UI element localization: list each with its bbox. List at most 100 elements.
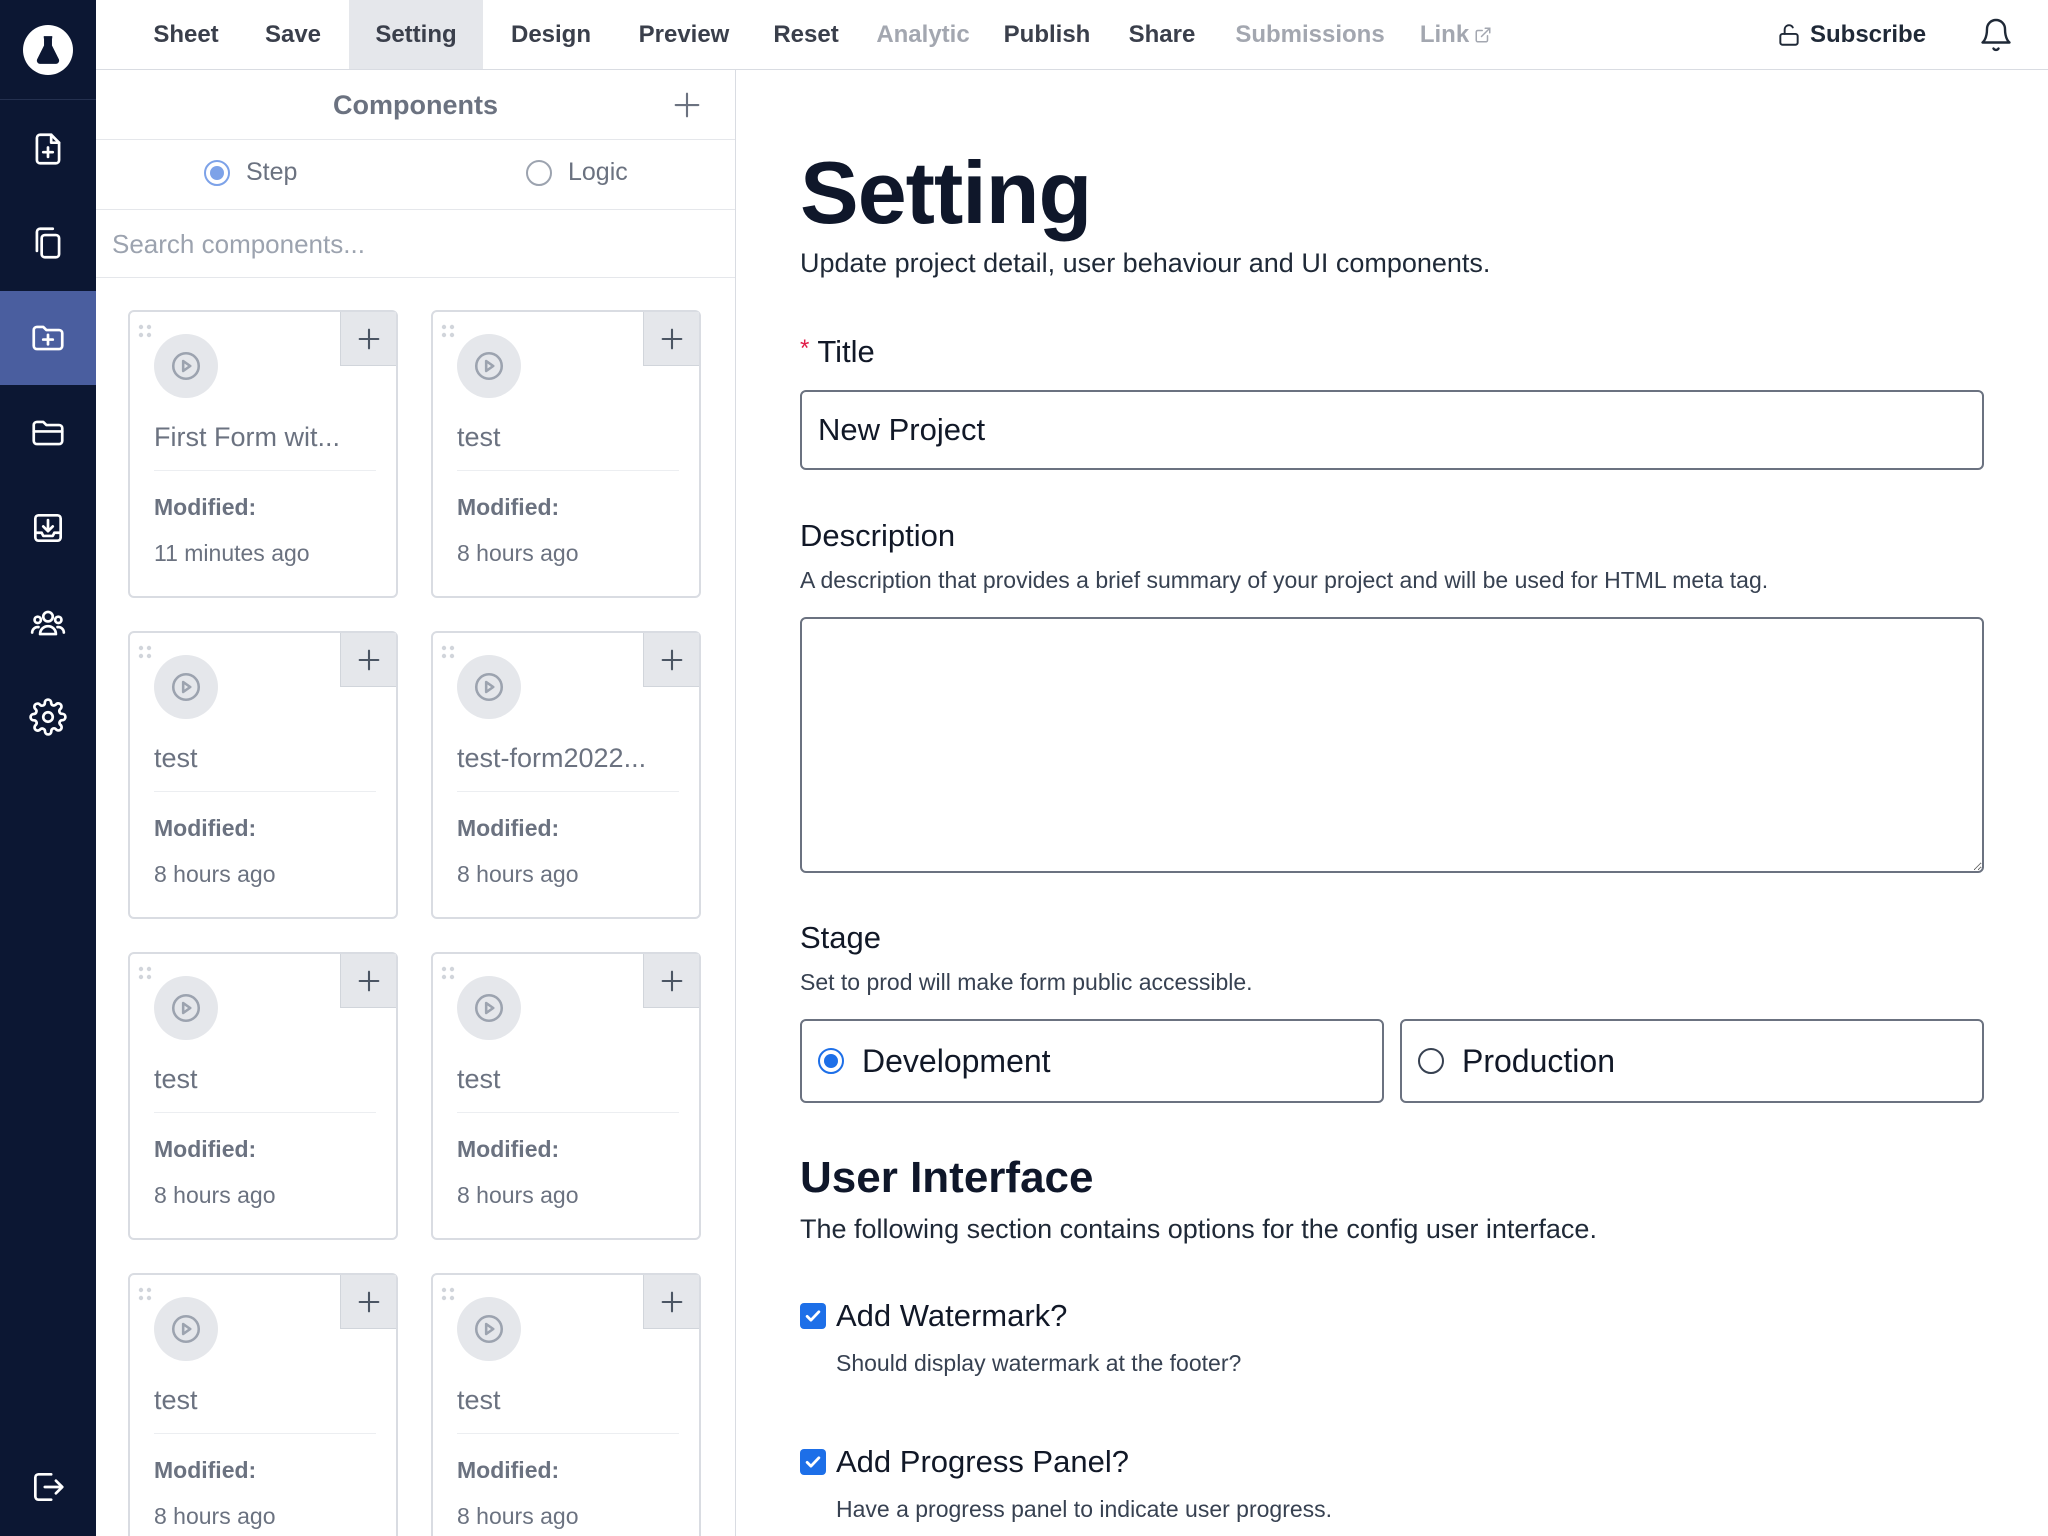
drag-handle-icon[interactable] xyxy=(441,966,457,980)
menu-publish[interactable]: Publish xyxy=(992,0,1102,69)
menu-reset[interactable]: Reset xyxy=(758,0,854,69)
logic-radio[interactable] xyxy=(526,159,552,186)
drag-handle-icon[interactable] xyxy=(441,324,457,338)
card-divider xyxy=(154,1112,376,1113)
menu-analytic[interactable]: Analytic xyxy=(864,0,982,69)
rail-new-file[interactable] xyxy=(0,102,96,196)
add-component-icon[interactable] xyxy=(670,88,704,122)
bell-icon[interactable] xyxy=(1978,17,2014,53)
component-card[interactable]: test Modified: 8 hours ago xyxy=(128,631,398,919)
card-divider xyxy=(457,1112,679,1113)
component-card[interactable]: test Modified: 8 hours ago xyxy=(128,952,398,1240)
production-label: Production xyxy=(1462,1042,1615,1079)
stage-label: Stage xyxy=(800,920,882,955)
rail-open-folder[interactable] xyxy=(0,386,96,480)
progress-panel-hint: Have a progress panel to indicate user p… xyxy=(836,1496,1333,1522)
drag-handle-icon[interactable] xyxy=(138,1287,154,1301)
add-card-button[interactable] xyxy=(643,633,699,687)
card-divider xyxy=(457,470,679,471)
rail-inbox[interactable] xyxy=(0,481,96,575)
menu-sheet[interactable]: Sheet xyxy=(136,0,236,69)
add-card-button[interactable] xyxy=(643,312,699,366)
menu-link[interactable]: Link xyxy=(1408,0,1504,69)
search-components-input[interactable] xyxy=(112,222,712,266)
step-radio[interactable] xyxy=(204,159,230,186)
add-card-button[interactable] xyxy=(340,1275,396,1329)
rail-copy[interactable] xyxy=(0,196,96,290)
card-modified-label: Modified: xyxy=(154,1136,257,1162)
component-card[interactable]: test Modified: 8 hours ago xyxy=(431,310,701,598)
card-modified-time: 8 hours ago xyxy=(457,861,579,887)
card-modified-time: 8 hours ago xyxy=(154,1503,276,1529)
rail-logout[interactable] xyxy=(0,1440,96,1534)
rail-settings[interactable] xyxy=(0,670,96,764)
stage-production-option[interactable]: Production xyxy=(1400,1019,1984,1103)
card-name: test xyxy=(457,1385,501,1415)
menu-save[interactable]: Save xyxy=(246,0,340,69)
add-card-button[interactable] xyxy=(643,954,699,1008)
add-card-button[interactable] xyxy=(340,633,396,687)
development-radio[interactable] xyxy=(818,1048,844,1074)
external-link-icon xyxy=(1475,27,1491,42)
progress-panel-checkbox[interactable] xyxy=(800,1449,826,1475)
menu-submissions[interactable]: Submissions xyxy=(1222,0,1398,69)
component-card[interactable]: test-form2022... Modified: 8 hours ago xyxy=(431,631,701,919)
check-icon xyxy=(805,1310,821,1322)
menu-design[interactable]: Design xyxy=(492,0,610,69)
watermark-hint: Should display watermark at the footer? xyxy=(836,1350,1242,1376)
drag-handle-icon[interactable] xyxy=(138,966,154,980)
menu-preview[interactable]: Preview xyxy=(620,0,748,69)
production-radio[interactable] xyxy=(1418,1048,1444,1074)
card-divider xyxy=(457,791,679,792)
drag-handle-icon[interactable] xyxy=(441,645,457,659)
required-mark: * xyxy=(800,335,810,362)
watermark-option[interactable]: Add Watermark? xyxy=(800,1298,1067,1334)
watermark-checkbox[interactable] xyxy=(800,1303,826,1329)
plus-icon xyxy=(358,970,379,991)
drag-handle-icon[interactable] xyxy=(441,1287,457,1301)
menu-share[interactable]: Share xyxy=(1112,0,1212,69)
drag-handle-icon[interactable] xyxy=(138,324,154,338)
component-card[interactable]: test Modified: 8 hours ago xyxy=(431,1273,701,1536)
progress-panel-option[interactable]: Add Progress Panel? xyxy=(800,1444,1129,1480)
card-modified-time: 8 hours ago xyxy=(457,1503,579,1529)
component-card[interactable]: First Form wit... Modified: 11 minutes ago xyxy=(128,310,398,598)
rail-new-folder[interactable] xyxy=(0,291,96,385)
card-name: test xyxy=(457,1064,501,1094)
play-icon xyxy=(154,976,218,1040)
component-card[interactable]: test Modified: 8 hours ago xyxy=(128,1273,398,1536)
users-icon xyxy=(30,610,66,636)
add-card-button[interactable] xyxy=(340,312,396,366)
plus-icon xyxy=(358,328,379,349)
development-label: Development xyxy=(862,1042,1051,1079)
plus-icon xyxy=(358,649,379,670)
card-divider xyxy=(154,470,376,471)
play-icon xyxy=(154,334,218,398)
add-card-button[interactable] xyxy=(643,1275,699,1329)
components-panel: Components Step Logic First Form wit... M… xyxy=(96,70,736,1536)
rail-users[interactable] xyxy=(0,576,96,670)
app-logo[interactable] xyxy=(0,0,96,100)
stage-development-option[interactable]: Development xyxy=(800,1019,1384,1103)
stage-hint: Set to prod will make form public access… xyxy=(800,969,1253,995)
drag-handle-icon[interactable] xyxy=(138,645,154,659)
mode-step[interactable]: Step xyxy=(204,158,297,187)
mode-logic[interactable]: Logic xyxy=(526,158,628,187)
title-input[interactable] xyxy=(800,390,1984,470)
page-subtitle: Update project detail, user behaviour an… xyxy=(800,248,1491,278)
mode-logic-label: Logic xyxy=(568,158,628,186)
component-card[interactable]: test Modified: 8 hours ago xyxy=(431,952,701,1240)
card-modified-time: 8 hours ago xyxy=(154,861,276,887)
inbox-download-icon xyxy=(33,513,63,543)
subscribe-button[interactable]: Subscribe xyxy=(1776,0,1926,69)
menu-setting[interactable]: Setting xyxy=(349,0,483,69)
card-name: test xyxy=(457,422,501,452)
card-modified-time: 8 hours ago xyxy=(457,1182,579,1208)
add-card-button[interactable] xyxy=(340,954,396,1008)
plus-icon xyxy=(661,328,682,349)
ui-section-subtitle: The following section contains options f… xyxy=(800,1214,1597,1244)
card-name: test xyxy=(154,1064,198,1094)
ui-section-title: User Interface xyxy=(800,1153,1094,1202)
plus-icon xyxy=(661,970,682,991)
description-textarea[interactable] xyxy=(800,617,1984,873)
